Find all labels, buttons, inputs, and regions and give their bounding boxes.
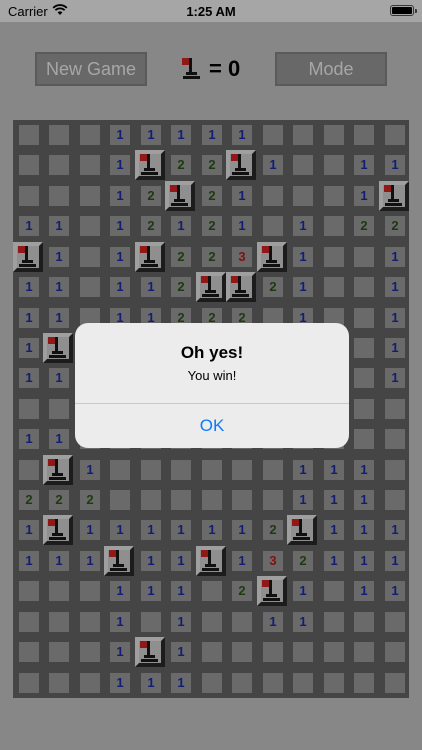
win-alert: Oh yes! You win! OK xyxy=(75,323,349,448)
ok-button[interactable]: OK xyxy=(75,404,349,448)
alert-message: You win! xyxy=(187,368,237,383)
alert-title: Oh yes! xyxy=(180,343,244,362)
